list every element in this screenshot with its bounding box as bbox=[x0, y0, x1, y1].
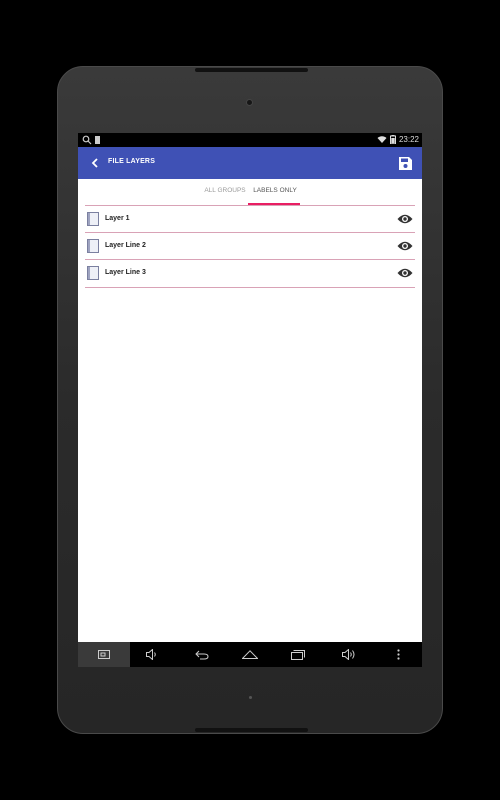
app-bar: FILE LAYERS bbox=[78, 147, 422, 179]
page-title: FILE LAYERS bbox=[108, 158, 156, 165]
eye-icon[interactable] bbox=[397, 240, 413, 252]
battery-icon bbox=[389, 135, 396, 144]
tab-labels-only[interactable]: LABELS ONLY bbox=[250, 187, 300, 194]
document-icon bbox=[87, 238, 99, 253]
floppy-disk-icon bbox=[398, 156, 412, 170]
tab-bar: ALL GROUPS LABELS ONLY bbox=[78, 179, 422, 205]
back-button[interactable] bbox=[86, 154, 104, 172]
eye-icon[interactable] bbox=[397, 267, 413, 279]
home-icon bbox=[242, 650, 258, 659]
top-speaker bbox=[195, 68, 308, 72]
list-item[interactable]: Layer Line 3 bbox=[85, 260, 415, 288]
volume-down-icon bbox=[146, 649, 156, 660]
search-icon bbox=[82, 135, 92, 145]
layer-name: Layer Line 2 bbox=[105, 241, 146, 249]
screenshot-button[interactable] bbox=[78, 642, 130, 667]
list-item[interactable]: Layer 1 bbox=[85, 205, 415, 233]
sd-card-icon bbox=[95, 136, 100, 144]
overflow-menu-button[interactable] bbox=[378, 642, 418, 667]
sensor-dot bbox=[249, 696, 252, 699]
chevron-left-icon bbox=[91, 158, 98, 168]
volume-down-button[interactable] bbox=[130, 642, 174, 667]
save-button[interactable] bbox=[396, 154, 414, 172]
layer-name: Layer Line 3 bbox=[105, 269, 146, 276]
system-nav-bar bbox=[78, 642, 422, 667]
list-item[interactable]: Layer Line 2 bbox=[85, 233, 415, 260]
eye-icon[interactable] bbox=[397, 213, 413, 225]
tab-all-groups[interactable]: ALL GROUPS bbox=[204, 187, 246, 194]
overflow-menu-icon bbox=[396, 649, 400, 660]
device-screen: 23:22 FILE LAYERS ALL GROUPS LABELS ONLY… bbox=[78, 133, 422, 667]
nav-home-button[interactable] bbox=[226, 642, 274, 667]
status-time: 23:22 bbox=[398, 135, 419, 144]
back-icon bbox=[195, 650, 209, 659]
nav-back-button[interactable] bbox=[178, 642, 226, 667]
layer-name: Layer 1 bbox=[105, 215, 130, 222]
status-bar: 23:22 bbox=[78, 133, 422, 147]
front-camera bbox=[246, 99, 253, 106]
nav-recents-button[interactable] bbox=[274, 642, 322, 667]
wifi-icon bbox=[377, 136, 387, 143]
document-icon bbox=[87, 212, 99, 226]
volume-up-icon bbox=[342, 649, 355, 660]
bottom-speaker bbox=[195, 728, 308, 732]
volume-up-button[interactable] bbox=[326, 642, 372, 667]
document-icon bbox=[87, 266, 99, 280]
screenshot-icon bbox=[98, 650, 110, 659]
recents-icon bbox=[291, 649, 305, 660]
layer-list: Layer 1 Layer Line 2 Layer Line 3 bbox=[85, 205, 415, 288]
